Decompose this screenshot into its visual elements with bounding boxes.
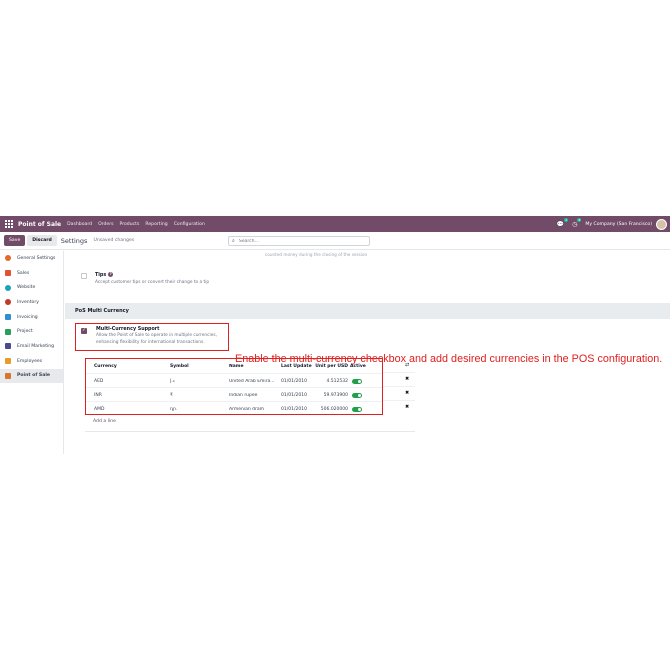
help-icon[interactable]: ? xyxy=(108,272,114,277)
multi-currency-setting: ✓ Multi-Currency Support Allow the Point… xyxy=(75,323,229,351)
sidebar-item-invoicing[interactable]: Invoicing xyxy=(0,310,63,325)
sidebar-item-email-marketing[interactable]: Email Marketing xyxy=(0,339,63,354)
menu-orders[interactable]: Orders xyxy=(98,222,113,227)
save-button[interactable]: Save xyxy=(4,235,26,246)
general-settings-icon xyxy=(5,255,11,262)
apps-grid-icon[interactable] xyxy=(5,220,13,228)
tips-checkbox[interactable] xyxy=(81,273,87,279)
settings-search[interactable]: ⌕ xyxy=(228,236,370,246)
tips-title: Tips xyxy=(95,273,107,278)
menu-dashboard[interactable]: Dashboard xyxy=(67,222,92,227)
breadcrumb: Settings xyxy=(60,236,88,245)
website-icon xyxy=(5,284,11,291)
avatar[interactable] xyxy=(656,218,667,230)
previous-setting-desc: counted money during the closing of the … xyxy=(265,252,368,257)
sidebar-item-label: Invoicing xyxy=(17,314,38,320)
search-icon: ⌕ xyxy=(232,238,235,244)
currency-code: AMD xyxy=(94,407,105,412)
currency-name: United Arab Emira... xyxy=(229,379,275,384)
discard-button[interactable]: Discard xyxy=(27,235,57,246)
active-toggle[interactable] xyxy=(352,407,362,412)
sidebar-item-label: Employees xyxy=(17,358,43,364)
settings-main: counted money during the closing of the … xyxy=(65,251,670,454)
activity-clock-icon[interactable]: ◷ 8 xyxy=(572,217,582,228)
email-marketing-icon xyxy=(5,343,11,350)
currency-symbol: د.إ xyxy=(170,379,175,384)
unit-per-usd: 59.973900 xyxy=(323,393,348,398)
company-switcher[interactable]: My Company (San Francisco) xyxy=(585,222,652,227)
menu-products[interactable]: Products xyxy=(120,222,140,227)
menu-configuration[interactable]: Configuration xyxy=(174,222,205,227)
multi-currency-checkbox[interactable]: ✓ xyxy=(81,328,87,334)
control-panel: Save Discard Settings Unsaved changes ⌕ xyxy=(0,232,670,250)
tips-desc: Accept customer tips or convert their ch… xyxy=(95,280,210,285)
last-update: 01/01/2010 xyxy=(281,393,307,398)
currency-table: Currency Symbol Name Last Update Unit pe… xyxy=(85,358,383,415)
sidebar-item-project[interactable]: Project xyxy=(0,324,63,339)
unit-per-usd: 506.020000 xyxy=(320,407,348,412)
last-update: 01/01/2010 xyxy=(281,379,307,384)
currency-code: AED xyxy=(94,379,104,384)
menu-reporting[interactable]: Reporting xyxy=(145,222,167,227)
col-symbol[interactable]: Symbol xyxy=(170,364,189,369)
search-input[interactable] xyxy=(238,238,359,244)
employees-icon xyxy=(5,358,11,365)
table-row[interactable]: INR ₹ Indian rupee 01/01/2010 59.973900 xyxy=(86,387,382,401)
odoo-app: Point of Sale Dashboard Orders Products … xyxy=(0,216,670,454)
sidebar-item-general-settings[interactable]: General Settings xyxy=(0,251,63,266)
sidebar-item-inventory[interactable]: Inventory xyxy=(0,295,63,310)
table-row[interactable]: AED د.إ United Arab Emira... 01/01/2010 … xyxy=(86,373,382,387)
sales-icon xyxy=(5,270,11,277)
sidebar-item-employees[interactable]: Employees xyxy=(0,354,63,369)
multi-currency-desc-line2: enhancing flexibility for international … xyxy=(96,339,205,345)
inventory-icon xyxy=(5,299,11,306)
section-header: PoS Multi Currency xyxy=(65,303,670,319)
active-toggle[interactable] xyxy=(352,379,362,384)
sidebar-item-website[interactable]: Website xyxy=(0,280,63,295)
add-line-link[interactable]: Add a line xyxy=(93,419,116,424)
sidebar-item-point-of-sale[interactable]: Point of Sale xyxy=(0,368,63,384)
active-toggle[interactable] xyxy=(352,393,362,398)
unit-per-usd: 4.512532 xyxy=(326,379,348,384)
currency-name: Indian rupee xyxy=(229,393,258,398)
chat-badge: 1 xyxy=(564,217,569,222)
currency-code: INR xyxy=(94,393,102,398)
sidebar-item-label: Sales xyxy=(17,270,30,276)
sidebar-item-label: Point of Sale xyxy=(17,373,51,379)
tips-setting: Tips? Accept customer tips or convert th… xyxy=(81,272,209,285)
currency-name: Armenian dram xyxy=(229,407,264,412)
currency-symbol: ₹ xyxy=(170,393,173,398)
chat-icon[interactable]: 💬 1 xyxy=(557,217,569,228)
navbar-systray: 💬 1 ◷ 8 My Company (San Francisco) xyxy=(549,217,670,230)
sidebar-item-label: Inventory xyxy=(17,299,39,305)
delete-row-icon[interactable]: ✖ xyxy=(405,404,409,410)
currency-symbol: դր. xyxy=(170,407,178,412)
sidebar-item-label: Email Marketing xyxy=(17,343,55,349)
top-navbar: Point of Sale Dashboard Orders Products … xyxy=(0,216,670,232)
row-actions-column: ⇄ ✖ ✖ ✖ xyxy=(390,358,415,414)
tutorial-annotation: Enable the multi-currency checkbox and a… xyxy=(235,353,663,365)
multi-currency-title: Multi-Currency Support xyxy=(96,327,160,332)
col-currency[interactable]: Currency xyxy=(94,364,117,369)
sidebar-item-label: Website xyxy=(17,285,36,291)
table-row[interactable]: AMD դր. Armenian dram 01/01/2010 506.020… xyxy=(86,401,382,415)
unsaved-status: Unsaved changes xyxy=(93,238,135,243)
sidebar-item-sales[interactable]: Sales xyxy=(0,266,63,281)
invoicing-icon xyxy=(5,314,11,321)
last-update: 01/01/2010 xyxy=(281,407,307,412)
activity-badge: 8 xyxy=(577,217,582,222)
sidebar-item-label: Project xyxy=(17,329,33,335)
project-icon xyxy=(5,328,11,335)
app-name[interactable]: Point of Sale xyxy=(18,221,61,228)
point-of-sale-icon xyxy=(5,372,11,379)
delete-row-icon[interactable]: ✖ xyxy=(405,390,409,396)
multi-currency-desc-line1: Allow the Point of Sale to operate in mu… xyxy=(96,333,217,338)
settings-sidebar: General Settings Sales Website Inventory… xyxy=(0,251,64,454)
divider xyxy=(85,431,415,432)
sidebar-item-label: General Settings xyxy=(17,255,56,261)
delete-row-icon[interactable]: ✖ xyxy=(405,376,409,382)
